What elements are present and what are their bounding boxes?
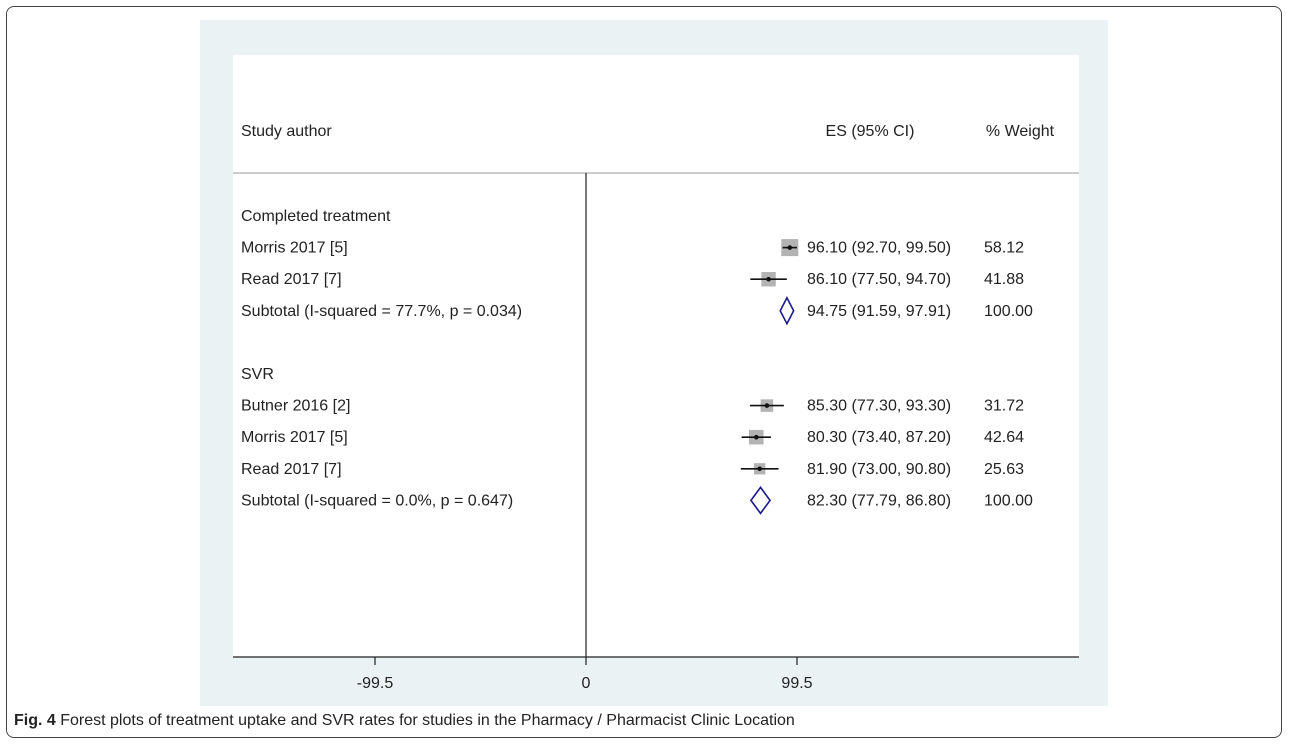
group-label: SVR xyxy=(241,366,274,383)
weight-value: 42.64 xyxy=(984,429,1024,446)
study-label: Read 2017 [7] xyxy=(241,461,342,478)
weight-value: 31.72 xyxy=(984,398,1024,415)
subtotal-es-ci-value: 82.30 (77.79, 86.80) xyxy=(807,492,951,509)
study-label: Butner 2016 [2] xyxy=(241,398,350,415)
x-tick-label: -99.5 xyxy=(357,675,394,692)
header-weight: % Weight xyxy=(986,123,1055,140)
point-estimate xyxy=(766,276,771,282)
subtotal-label: Subtotal (I-squared = 77.7%, p = 0.034) xyxy=(241,303,522,320)
group-label: Completed treatment xyxy=(241,208,391,225)
point-estimate xyxy=(764,403,770,408)
x-tick-label: 99.5 xyxy=(781,675,812,692)
figure-caption: Fig. 4 Forest plots of treatment uptake … xyxy=(14,712,795,730)
weight-value: 41.88 xyxy=(984,271,1024,288)
weight-value: 58.12 xyxy=(984,240,1024,257)
subtotal-es-ci-value: 94.75 (91.59, 97.91) xyxy=(807,303,951,320)
caption-label: Fig. 4 xyxy=(14,712,56,729)
study-label: Read 2017 [7] xyxy=(241,271,342,288)
point-estimate xyxy=(757,466,762,472)
study-label: Morris 2017 [5] xyxy=(241,429,348,446)
x-tick-label: 0 xyxy=(582,675,591,692)
subtotal-diamond xyxy=(749,486,772,515)
subtotal-label: Subtotal (I-squared = 0.0%, p = 0.647) xyxy=(241,492,513,509)
header-study-author: Study author xyxy=(241,123,332,140)
es-ci-value: 96.10 (92.70, 99.50) xyxy=(807,240,951,257)
es-ci-value: 81.90 (73.00, 90.80) xyxy=(807,461,951,478)
point-estimate xyxy=(753,434,759,440)
caption-text: Forest plots of treatment uptake and SVR… xyxy=(55,712,795,729)
es-ci-value: 86.10 (77.50, 94.70) xyxy=(807,271,951,288)
subtotal-diamond xyxy=(779,296,795,326)
weight-value: 25.63 xyxy=(984,461,1024,478)
subtotal-weight-value: 100.00 xyxy=(984,303,1033,320)
header-es-ci: ES (95% CI) xyxy=(826,123,915,140)
es-ci-value: 80.30 (73.40, 87.20) xyxy=(807,429,951,446)
study-label: Morris 2017 [5] xyxy=(241,240,348,257)
point-estimate xyxy=(787,245,793,250)
subtotal-weight-value: 100.00 xyxy=(984,492,1033,509)
forest-plot: Study author ES (95% CI) % Weight Completed… xyxy=(233,123,1079,692)
es-ci-value: 85.30 (77.30, 93.30) xyxy=(807,398,951,415)
